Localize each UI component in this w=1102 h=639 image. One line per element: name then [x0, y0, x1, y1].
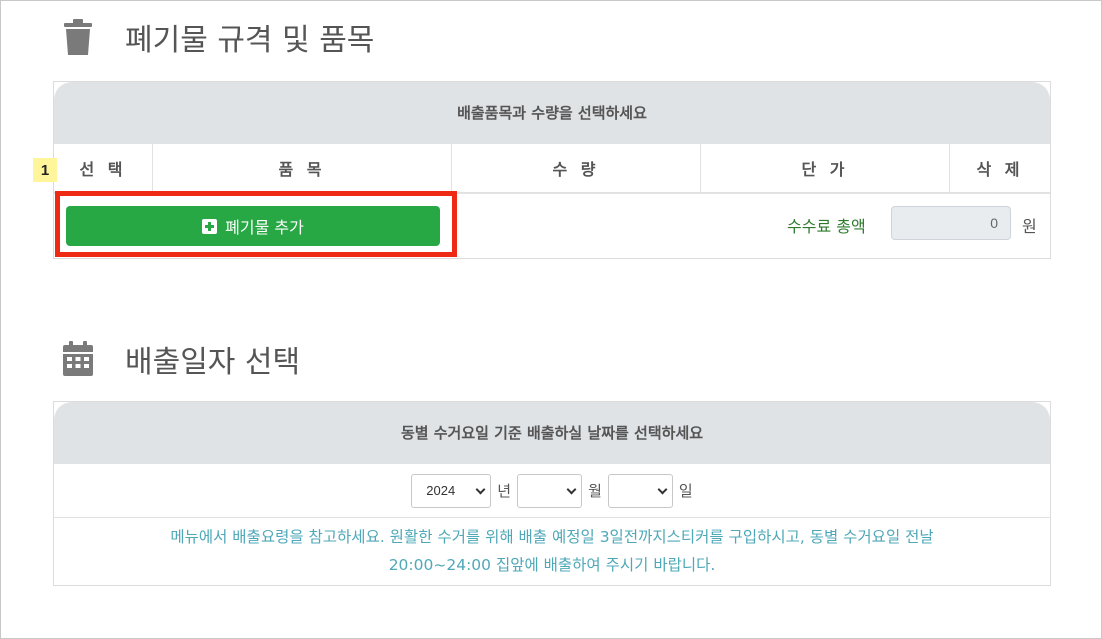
waste-table-header: 선 택 품 목 수 량 단 가 삭 제: [54, 144, 1050, 194]
step-marker: 1: [33, 158, 57, 182]
fee-total-field: [891, 206, 1011, 240]
chevron-down-icon: [657, 484, 668, 494]
waste-panel-header: 배출품목과 수량을 선택하세요: [54, 82, 1050, 144]
disposal-notice: 메뉴에서 배출요령을 참고하세요. 원활한 수거를 위해 배출 예정일 3일전까…: [54, 518, 1050, 579]
notice-line-1: 메뉴에서 배출요령을 참고하세요. 원활한 수거를 위해 배출 예정일 3일전까…: [170, 528, 934, 546]
column-quantity: 수 량: [452, 144, 701, 192]
add-waste-button-label: 폐기물 추가: [225, 218, 304, 237]
month-select[interactable]: [517, 473, 583, 508]
date-select-panel: 동별 수거요일 기준 배출하실 날짜를 선택하세요 2024 년 월 일 메뉴에…: [53, 401, 1051, 586]
column-unit-price: 단 가: [701, 144, 950, 192]
year-unit: 년: [497, 482, 512, 500]
day-unit: 일: [678, 482, 693, 500]
trash-icon: [61, 18, 95, 56]
date-select-row: 2024 년 월 일: [54, 464, 1050, 518]
notice-line-2: 20:00~24:00 집앞에 배출하여 주시기 바랍니다.: [388, 556, 716, 574]
fee-total-label: 수수료 총액: [787, 217, 866, 236]
column-delete: 삭 제: [976, 160, 1024, 179]
plus-square-icon: [202, 218, 218, 234]
date-section-title: 배출일자 선택: [61, 337, 300, 381]
add-waste-button[interactable]: 폐기물 추가: [66, 206, 440, 246]
fee-unit: 원: [1022, 217, 1037, 236]
chevron-down-icon: [566, 484, 577, 494]
waste-section-title: 폐기물 규격 및 품목: [61, 15, 374, 59]
year-select-value: 2024: [426, 483, 456, 498]
column-item: 품 목: [153, 144, 452, 192]
waste-section-title-text: 폐기물 규격 및 품목: [125, 23, 375, 58]
year-select[interactable]: 2024: [411, 473, 492, 508]
date-panel-header: 동별 수거요일 기준 배출하실 날짜를 선택하세요: [54, 402, 1050, 464]
day-select[interactable]: [607, 473, 673, 508]
calendar-icon: [61, 340, 95, 378]
chevron-down-icon: [475, 484, 486, 494]
column-select: 선 택: [54, 144, 153, 192]
month-unit: 월: [588, 482, 602, 500]
date-section-title-text: 배출일자 선택: [125, 345, 301, 380]
